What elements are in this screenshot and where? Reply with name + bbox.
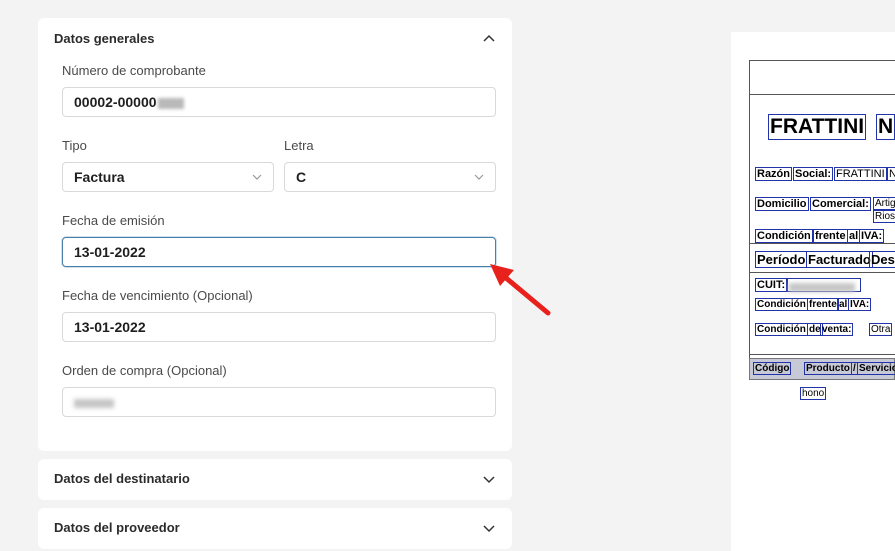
chevron-up-icon[interactable] (481, 31, 497, 47)
letra-label: Letra (284, 138, 314, 153)
preview-cond-iva2-4: IVA: (848, 298, 872, 311)
destinatario-title: Datos del destinatario (54, 471, 190, 486)
preview-divider (749, 272, 895, 273)
preview-company-tail: N (876, 114, 895, 140)
preview-domicilio-label-1: Domicilio (755, 197, 809, 211)
preview-cond-iva-4: IVA: (859, 229, 885, 243)
preview-divider (749, 354, 895, 355)
letra-value: C (296, 169, 307, 185)
tipo-select[interactable]: Factura (62, 162, 274, 192)
fecha-emision-value: 13-01-2022 (74, 244, 146, 260)
preview-border (749, 60, 750, 380)
letra-select[interactable]: C (284, 162, 496, 192)
numero-comprobante-value: 00002-00000 (74, 94, 157, 110)
preview-domicilio-label-2: Comercial: (810, 197, 871, 211)
fecha-emision-input[interactable]: 13-01-2022 (62, 237, 496, 267)
numero-comprobante-label: Número de comprobante (62, 63, 206, 78)
general-data-title: Datos generales (54, 31, 155, 46)
chevron-down-icon (252, 174, 262, 180)
preview-cond-iva-1: Condición (755, 229, 813, 243)
fecha-emision-label: Fecha de emisión (62, 213, 165, 228)
preview-cuit-label: CUIT: (755, 278, 788, 292)
redacted-block (74, 398, 114, 408)
preview-item: hono (800, 387, 827, 400)
preview-periodo-2: Facturado (806, 251, 873, 268)
proveedor-title: Datos del proveedor (54, 520, 180, 535)
preview-cond-iva-2: frente (813, 229, 848, 243)
preview-th-producto: Producto (804, 362, 852, 375)
fecha-vencimiento-value: 13-01-2022 (74, 319, 146, 335)
preview-periodo-1: Período (755, 251, 808, 268)
preview-border (749, 60, 895, 61)
preview-cond-venta-3: venta: (820, 323, 854, 336)
orden-compra-label: Orden de compra (Opcional) (62, 363, 227, 378)
preview-razon-value: FRATTINI (834, 167, 887, 181)
tipo-value: Factura (74, 169, 125, 185)
fecha-vencimiento-label: Fecha de vencimiento (Opcional) (62, 288, 253, 303)
preview-domicilio-value-1: Artig (873, 197, 895, 210)
numero-comprobante-input[interactable]: 00002-00000 (62, 87, 496, 117)
preview-th-servicio: Servicio (857, 362, 895, 375)
preview-razon-tail: N (887, 167, 895, 181)
red-arrow-icon (490, 264, 551, 316)
preview-divider (749, 94, 895, 95)
preview-cuit-value (787, 278, 861, 293)
preview-periodo-3: Desd (869, 251, 895, 268)
preview-domicilio-value-2: Rios (873, 210, 895, 223)
orden-compra-input[interactable] (62, 387, 496, 417)
preview-th-codigo: Código (753, 362, 792, 375)
preview-razon-label-1: Razón (755, 167, 792, 181)
chevron-down-icon (474, 174, 484, 180)
chevron-down-icon[interactable] (481, 471, 497, 487)
preview-cond-venta-1: Condición (755, 323, 808, 336)
proveedor-card[interactable]: Datos del proveedor (38, 508, 512, 549)
preview-razon-label-2: Social: (793, 167, 834, 181)
destinatario-card[interactable]: Datos del destinatario (38, 459, 512, 500)
preview-cond-iva2-1: Condición (755, 298, 808, 311)
redacted-block (789, 283, 855, 293)
tipo-label: Tipo (62, 138, 87, 153)
fecha-vencimiento-input[interactable]: 13-01-2022 (62, 312, 496, 342)
preview-cond-iva2-2: frente (807, 298, 839, 311)
preview-cond-venta-value: Otra (869, 323, 893, 336)
preview-divider (749, 243, 895, 244)
redacted-block (157, 97, 184, 109)
preview-company: FRATTINI (768, 114, 867, 140)
chevron-down-icon[interactable] (481, 520, 497, 536)
